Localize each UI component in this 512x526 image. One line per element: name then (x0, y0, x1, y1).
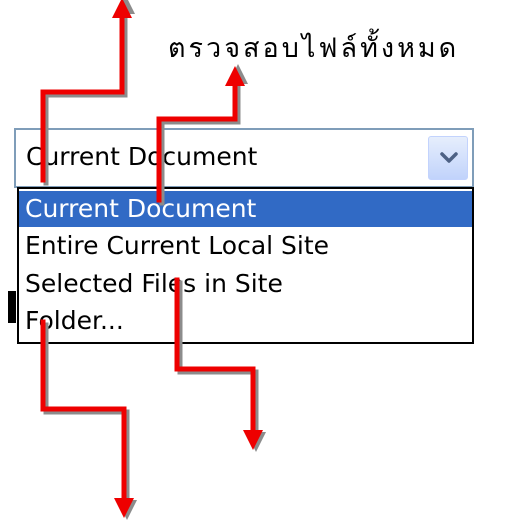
dropdown-selected-value: Current Document (26, 142, 258, 171)
option-folder[interactable]: Folder... (19, 303, 472, 339)
option-entire-current-local-site[interactable]: Entire Current Local Site (19, 228, 472, 264)
caption-text: ตรวจสอบไฟล์ทั้งหมด (168, 33, 460, 64)
arrow-down-left (40, 319, 137, 520)
chevron-down-icon (440, 152, 458, 163)
option-current-document[interactable]: Current Document (19, 191, 472, 227)
dropdown-options-list: Current Document Entire Current Local Si… (17, 187, 474, 344)
edge-mark (8, 291, 16, 323)
dropdown-toggle-button[interactable] (428, 136, 468, 180)
scope-dropdown[interactable]: Current Document (14, 128, 474, 188)
option-selected-files-in-site[interactable]: Selected Files in Site (19, 266, 472, 302)
